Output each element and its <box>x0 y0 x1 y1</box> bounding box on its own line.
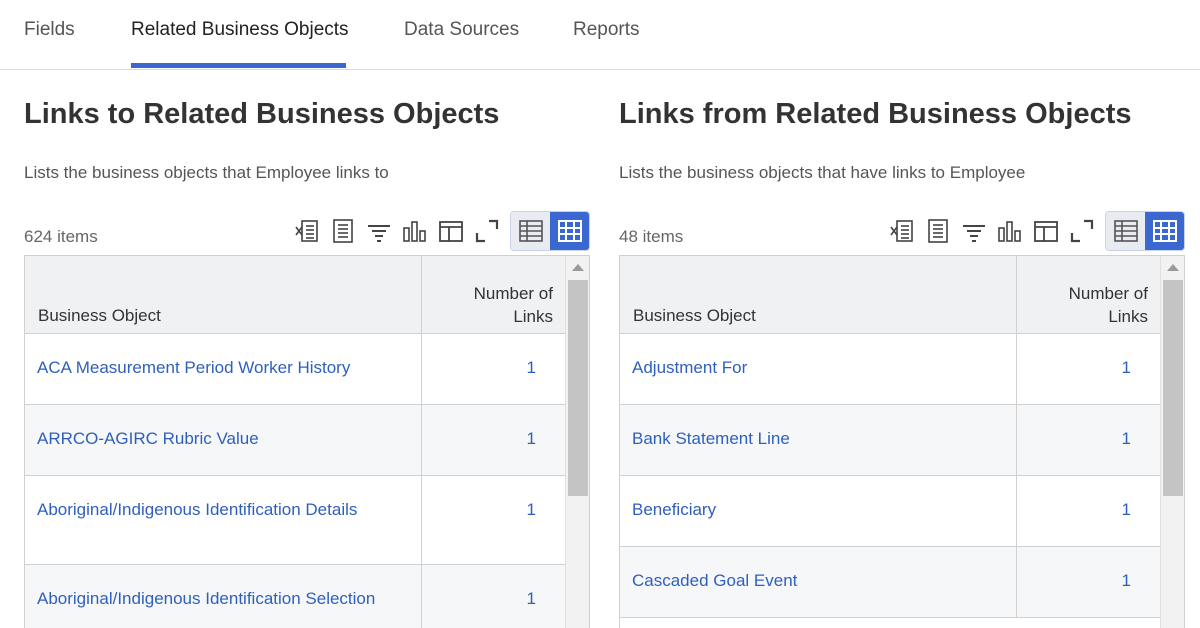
chart-icon[interactable] <box>995 216 1025 246</box>
table-row: Aboriginal/Indigenous Identification Det… <box>25 476 566 565</box>
column-header-line: Number of <box>473 284 553 303</box>
tab-data-sources[interactable]: Data Sources <box>404 19 519 41</box>
vertical-scrollbar[interactable] <box>1160 256 1184 628</box>
table-view-icon[interactable] <box>1106 212 1145 250</box>
business-object-link[interactable]: Cascaded Goal Event <box>632 571 797 591</box>
link-count[interactable]: 1 <box>1122 429 1131 449</box>
table-row: Cascaded Goal Event 1 <box>620 547 1161 618</box>
business-object-link[interactable]: ACA Measurement Period Worker History <box>37 358 350 378</box>
table-row: Bank Statement Line 1 <box>620 405 1161 476</box>
fullscreen-icon[interactable] <box>472 216 502 246</box>
related-objects-table: Business Object Number of Links ACA Measu… <box>24 255 590 628</box>
export-pdf-icon[interactable] <box>328 216 358 246</box>
scroll-up-arrow-icon[interactable] <box>572 264 584 271</box>
view-mode-toggle <box>510 211 590 251</box>
columns-icon[interactable] <box>1031 216 1061 246</box>
item-count: 48 items <box>619 227 684 246</box>
panel-description: Lists the business objects that Employee… <box>24 163 389 182</box>
link-count[interactable]: 1 <box>1122 358 1131 378</box>
column-header-line: Number of <box>1068 284 1148 303</box>
links-to-panel: Links to Related Business Objects Lists … <box>24 70 590 628</box>
grid-toolbar <box>881 211 1185 251</box>
export-excel-icon[interactable] <box>292 216 322 246</box>
panel-description: Lists the business objects that have lin… <box>619 163 1026 182</box>
business-object-link[interactable]: ARRCO-AGIRC Rubric Value <box>37 429 259 449</box>
vertical-scrollbar[interactable] <box>565 256 589 628</box>
scroll-thumb[interactable] <box>568 280 588 496</box>
table-header: Business Object Number of Links <box>25 256 566 334</box>
link-count[interactable]: 1 <box>527 358 536 378</box>
business-object-link[interactable]: Aboriginal/Indigenous Identification Sel… <box>37 589 375 609</box>
view-mode-toggle <box>1105 211 1185 251</box>
filter-icon[interactable] <box>364 216 394 246</box>
scroll-up-arrow-icon[interactable] <box>1167 264 1179 271</box>
table-row: Beneficiary 1 <box>620 476 1161 547</box>
column-header-number-of-links[interactable]: Number of Links <box>421 256 566 334</box>
panel-title: Links from Related Business Objects <box>619 98 1132 130</box>
column-header-business-object[interactable]: Business Object <box>38 306 161 326</box>
business-object-link[interactable]: Aboriginal/Indigenous Identification Det… <box>37 500 357 520</box>
grid-toolbar <box>286 211 590 251</box>
link-count[interactable]: 1 <box>527 500 536 520</box>
column-header-line: Links <box>1108 307 1148 326</box>
column-header-line: Links <box>513 307 553 326</box>
table-header: Business Object Number of Links <box>620 256 1161 334</box>
table-body: Adjustment For 1 Bank Statement Line 1 B… <box>620 334 1161 618</box>
link-count[interactable]: 1 <box>1122 500 1131 520</box>
business-object-link[interactable]: Adjustment For <box>632 358 747 378</box>
business-object-link[interactable]: Bank Statement Line <box>632 429 790 449</box>
scroll-thumb[interactable] <box>1163 280 1183 496</box>
grid-view-icon[interactable] <box>550 212 589 250</box>
table-body: ACA Measurement Period Worker History 1 … <box>25 334 566 628</box>
table-row: Adjustment For 1 <box>620 334 1161 405</box>
column-header-business-object[interactable]: Business Object <box>633 306 756 326</box>
link-count[interactable]: 1 <box>527 429 536 449</box>
export-pdf-icon[interactable] <box>923 216 953 246</box>
chart-icon[interactable] <box>400 216 430 246</box>
link-count[interactable]: 1 <box>527 589 536 609</box>
panel-title: Links to Related Business Objects <box>24 98 500 130</box>
columns-icon[interactable] <box>436 216 466 246</box>
table-row: Aboriginal/Indigenous Identification Sel… <box>25 565 566 628</box>
export-excel-icon[interactable] <box>887 216 917 246</box>
tab-related-business-objects[interactable]: Related Business Objects <box>131 19 349 41</box>
tab-bar: Fields Related Business Objects Data Sou… <box>0 0 1200 70</box>
fullscreen-icon[interactable] <box>1067 216 1097 246</box>
tab-fields[interactable]: Fields <box>24 19 75 41</box>
table-view-icon[interactable] <box>511 212 550 250</box>
active-tab-indicator <box>131 63 346 68</box>
item-count: 624 items <box>24 227 98 246</box>
links-from-panel: Links from Related Business Objects List… <box>619 70 1185 628</box>
table-row: ACA Measurement Period Worker History 1 <box>25 334 566 405</box>
related-objects-table: Business Object Number of Links Adjustmen… <box>619 255 1185 628</box>
filter-icon[interactable] <box>959 216 989 246</box>
column-header-number-of-links[interactable]: Number of Links <box>1016 256 1161 334</box>
link-count[interactable]: 1 <box>1122 571 1131 591</box>
business-object-link[interactable]: Beneficiary <box>632 500 716 520</box>
tab-reports[interactable]: Reports <box>573 19 640 41</box>
table-row: ARRCO-AGIRC Rubric Value 1 <box>25 405 566 476</box>
grid-view-icon[interactable] <box>1145 212 1184 250</box>
